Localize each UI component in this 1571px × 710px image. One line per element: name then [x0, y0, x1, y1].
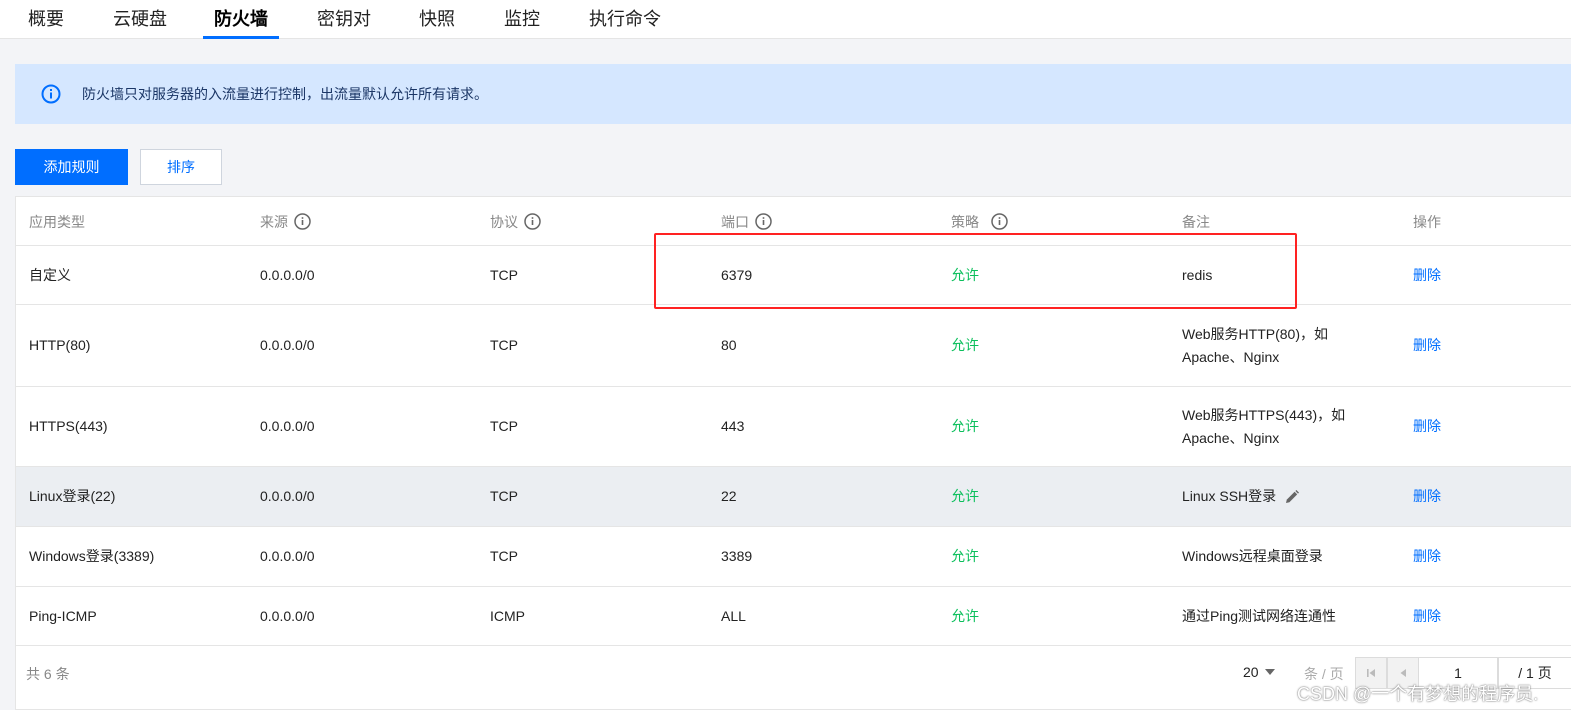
- table-row: 自定义 0.0.0.0/0 TCP 6379 允许 redis 删除: [16, 246, 1571, 305]
- delete-link[interactable]: 删除: [1413, 246, 1441, 304]
- cell-policy: 允许: [951, 548, 979, 564]
- tab-snapshot[interactable]: 快照: [419, 0, 455, 39]
- cell-port: 22: [721, 488, 737, 504]
- info-banner: 防火墙只对服务器的入流量进行控制，出流量默认允许所有请求。: [15, 64, 1571, 124]
- delete-link[interactable]: 删除: [1413, 387, 1441, 466]
- pencil-icon[interactable]: [1284, 489, 1300, 505]
- table-row: HTTPS(443) 0.0.0.0/0 TCP 443 允许 Web服务HTT…: [16, 387, 1571, 467]
- cell-app-type: Linux登录(22): [29, 488, 116, 504]
- cell-note: Web服务HTTPS(443)，如Apache、Nginx: [1182, 406, 1346, 446]
- watermark: CSDN @一个有梦想的程序员.: [1297, 684, 1539, 704]
- active-tab-indicator: [203, 36, 279, 39]
- cell-port: 6379: [721, 266, 753, 283]
- firewall-rules-table: 应用类型 来源 协议 端口 策略 备注 操作 自定义 0.0.0.0/0 TCP…: [15, 196, 1571, 710]
- table-header: 应用类型 来源 协议 端口 策略 备注 操作: [16, 197, 1571, 246]
- cell-port: 3389: [721, 548, 753, 564]
- tab-key-pair[interactable]: 密钥对: [317, 0, 371, 39]
- cell-source: 0.0.0.0/0: [260, 548, 315, 564]
- table-row: Linux登录(22) 0.0.0.0/0 TCP 22 允许 Linux SS…: [16, 467, 1571, 527]
- cell-source: 0.0.0.0/0: [260, 488, 315, 504]
- delete-link[interactable]: 删除: [1413, 527, 1441, 586]
- cell-port: 443: [721, 418, 745, 434]
- info-icon: [41, 84, 61, 104]
- cell-note: 通过Ping测试网络连通性: [1182, 607, 1337, 624]
- cell-source: 0.0.0.0/0: [260, 607, 315, 624]
- cell-protocol: TCP: [490, 266, 518, 283]
- cell-policy: 允许: [951, 607, 979, 624]
- page-size-select[interactable]: 20: [1243, 664, 1275, 680]
- col-app-type: 应用类型: [29, 213, 85, 230]
- table-row: HTTP(80) 0.0.0.0/0 TCP 80 允许 Web服务HTTP(8…: [16, 305, 1571, 387]
- cell-note: Windows远程桌面登录: [1182, 548, 1323, 564]
- tab-cloud-disk[interactable]: 云硬盘: [113, 0, 167, 39]
- cell-source: 0.0.0.0/0: [260, 266, 315, 283]
- col-policy: 策略: [951, 197, 1008, 246]
- sort-button[interactable]: 排序: [140, 149, 222, 185]
- first-page-icon: [1367, 669, 1375, 677]
- tab-firewall[interactable]: 防火墙: [214, 0, 268, 39]
- cell-app-type: Windows登录(3389): [29, 548, 155, 564]
- col-source: 来源: [260, 197, 311, 246]
- table-row: Ping-ICMP 0.0.0.0/0 ICMP ALL 允许 通过Ping测试…: [16, 587, 1571, 646]
- cell-policy: 允许: [951, 488, 979, 504]
- cell-note-text: Linux SSH登录: [1182, 488, 1277, 504]
- cell-protocol: TCP: [490, 488, 518, 504]
- table-row: Windows登录(3389) 0.0.0.0/0 TCP 3389 允许 Wi…: [16, 527, 1571, 587]
- cell-protocol: TCP: [490, 418, 518, 434]
- cell-note: Web服务HTTP(80)，如Apache、Nginx: [1182, 325, 1328, 365]
- col-protocol: 协议: [490, 197, 541, 246]
- cell-app-type: Ping-ICMP: [29, 607, 97, 624]
- delete-link[interactable]: 删除: [1413, 467, 1441, 526]
- cell-app-type: HTTPS(443): [29, 418, 108, 434]
- tab-run-command[interactable]: 执行命令: [589, 0, 661, 39]
- cell-protocol: TCP: [490, 548, 518, 564]
- cell-source: 0.0.0.0/0: [260, 418, 315, 434]
- cell-policy: 允许: [951, 266, 979, 283]
- page-size-value: 20: [1243, 664, 1259, 680]
- cell-protocol: ICMP: [490, 607, 525, 624]
- cell-source: 0.0.0.0/0: [260, 337, 315, 353]
- cell-policy: 允许: [951, 418, 979, 434]
- total-count: 共 6 条: [26, 666, 70, 682]
- help-icon[interactable]: [524, 213, 541, 230]
- cell-note: Linux SSH登录: [1182, 467, 1372, 526]
- cell-app-type: 自定义: [29, 266, 71, 283]
- col-action: 操作: [1413, 213, 1441, 230]
- col-port: 端口: [721, 197, 772, 246]
- help-icon[interactable]: [991, 213, 1008, 230]
- cell-protocol: TCP: [490, 337, 518, 353]
- cell-note: redis: [1182, 266, 1213, 283]
- cell-port: ALL: [721, 607, 746, 624]
- caret-down-icon: [1264, 669, 1275, 675]
- banner-text: 防火墙只对服务器的入流量进行控制，出流量默认允许所有请求。: [82, 86, 488, 102]
- tab-bar: 概要 云硬盘 防火墙 密钥对 快照 监控 执行命令: [0, 0, 1571, 39]
- cell-port: 80: [721, 337, 737, 353]
- tab-monitor[interactable]: 监控: [504, 0, 540, 39]
- cell-policy: 允许: [951, 337, 979, 353]
- help-icon[interactable]: [294, 213, 311, 230]
- col-note: 备注: [1182, 213, 1210, 230]
- prev-page-icon: [1400, 669, 1406, 677]
- help-icon[interactable]: [755, 213, 772, 230]
- delete-link[interactable]: 删除: [1413, 587, 1441, 645]
- delete-link[interactable]: 删除: [1413, 305, 1441, 386]
- add-rule-button[interactable]: 添加规则: [15, 149, 128, 185]
- tab-overview[interactable]: 概要: [28, 0, 64, 39]
- cell-app-type: HTTP(80): [29, 337, 91, 353]
